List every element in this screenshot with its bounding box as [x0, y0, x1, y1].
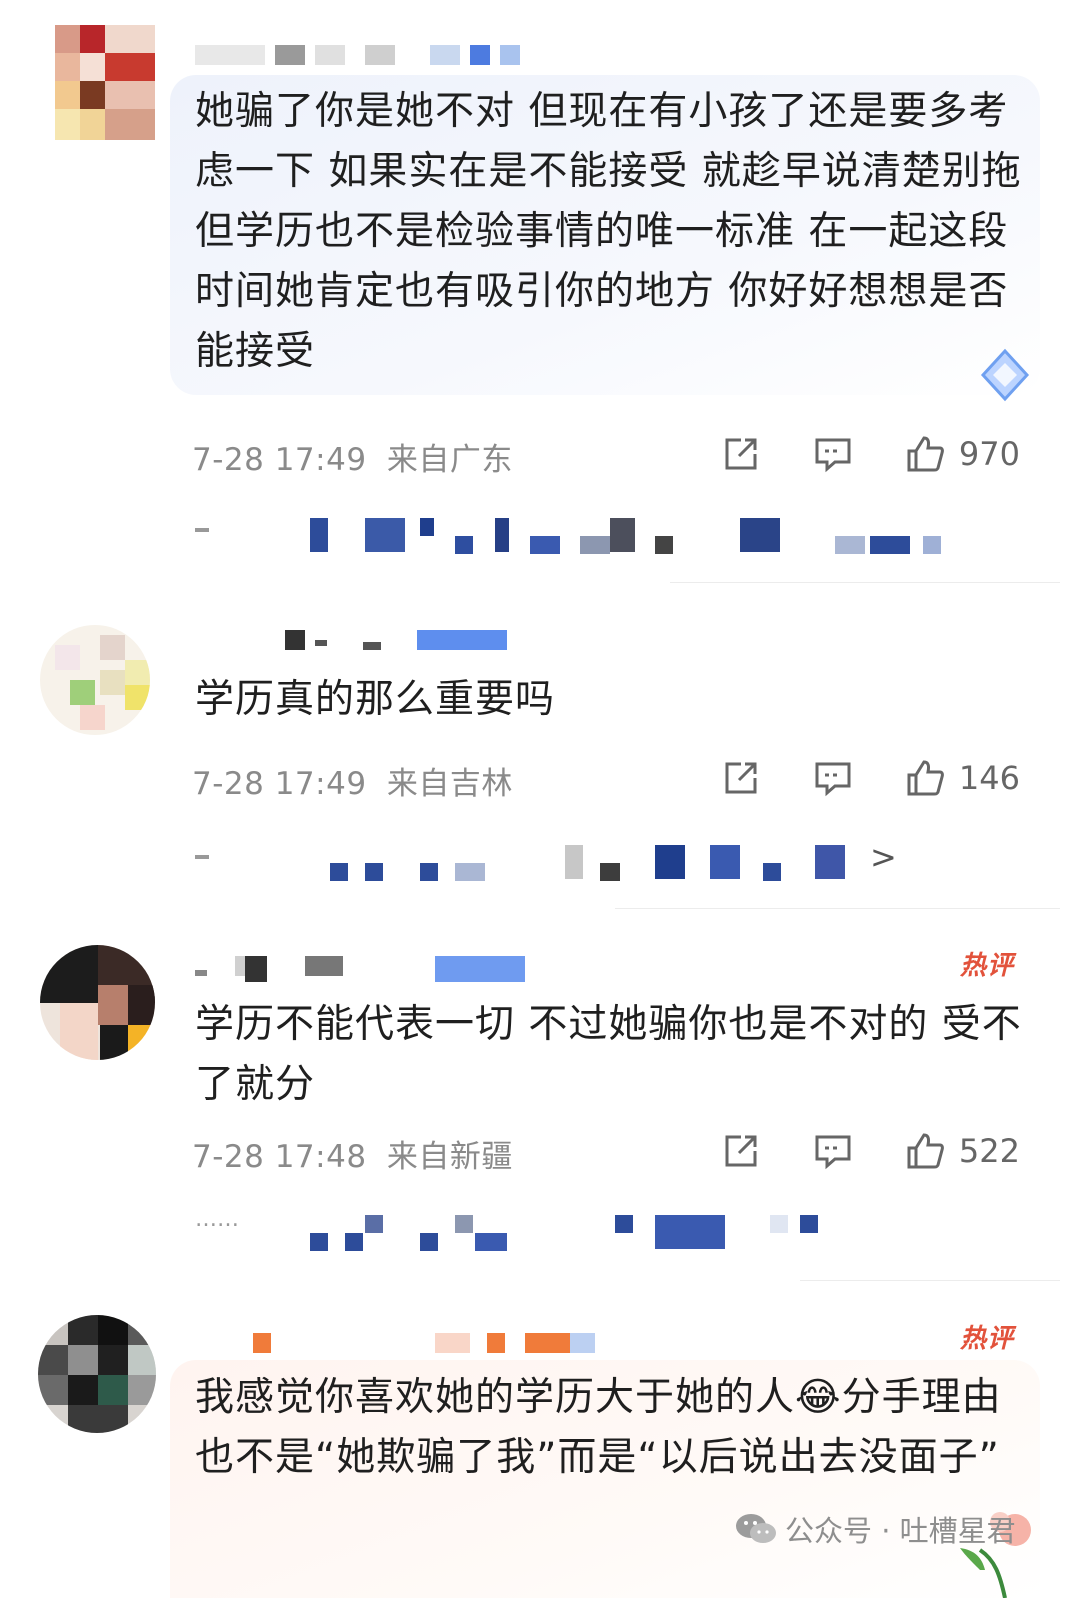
username-redacted[interactable]: [195, 956, 535, 982]
comment-text: 她骗了你是她不对 但现在有小孩了还是要多考虑一下 如果实在是不能接受 就趁早说清…: [195, 89, 1022, 374]
comment-text: 我感觉你喜欢她的学历大于她的人😂分手理由也不是“她欺骗了我”而是“以后说出去没面…: [195, 1375, 1002, 1480]
hot-comment-badge: 热评: [959, 1324, 1014, 1354]
like-icon[interactable]: [905, 758, 945, 798]
reply-preview-redacted[interactable]: [195, 845, 965, 881]
comment-location: 来自新疆: [386, 1139, 513, 1175]
wechat-icon: [736, 1514, 776, 1543]
comment-icon[interactable]: [813, 758, 853, 798]
username-redacted[interactable]: [195, 1333, 615, 1355]
comment-icon[interactable]: [813, 434, 853, 474]
comment-time: 7-28 17:49: [192, 766, 367, 802]
like-count: 970: [958, 435, 1020, 473]
hot-comment-badge: 热评: [959, 951, 1014, 981]
comment-time: 7-28 17:48: [192, 1139, 367, 1175]
comment-actions: 970: [669, 432, 1020, 476]
avatar[interactable]: [40, 625, 150, 735]
comment-actions: 522: [669, 1129, 1020, 1173]
comment-icon[interactable]: [813, 1131, 853, 1171]
watermark-label: 公众号 · 吐槽星君: [785, 1514, 1016, 1548]
username-redacted[interactable]: [195, 45, 535, 67]
comment-actions: 146: [669, 756, 1020, 800]
reply-preview-redacted[interactable]: ……: [195, 1207, 965, 1251]
badge-icon: [975, 345, 1035, 405]
reply-prefix: ……: [195, 1207, 239, 1232]
like-count: 522: [958, 1132, 1020, 1170]
like-icon[interactable]: [905, 1131, 945, 1171]
chevron-right-icon[interactable]: >: [870, 838, 897, 876]
like-icon[interactable]: [905, 434, 945, 474]
avatar[interactable]: [55, 25, 155, 140]
comment-meta: 7-28 17:49 来自吉林: [192, 758, 513, 803]
comment-text: 学历不能代表一切 不过她骗你也是不对的 受不了就分: [195, 1002, 1022, 1107]
username-redacted[interactable]: [195, 630, 515, 652]
divider: [800, 1280, 1060, 1281]
share-icon[interactable]: [721, 758, 761, 798]
share-icon[interactable]: [721, 434, 761, 474]
comment-meta: 7-28 17:49 来自广东: [192, 434, 513, 479]
comment-time: 7-28 17:49: [192, 442, 367, 478]
avatar[interactable]: [38, 1315, 156, 1433]
avatar[interactable]: [40, 945, 155, 1060]
comment-text: 学历真的那么重要吗: [195, 677, 556, 722]
share-icon[interactable]: [721, 1131, 761, 1171]
comment-location: 来自广东: [386, 442, 513, 478]
wechat-watermark: 公众号 · 吐槽星君: [735, 1508, 1016, 1550]
divider: [670, 582, 1060, 583]
divider: [615, 908, 1060, 909]
comment-location: 来自吉林: [386, 766, 513, 802]
reply-preview-redacted[interactable]: [195, 518, 965, 554]
comment-meta: 7-28 17:48 来自新疆: [192, 1131, 513, 1176]
like-count: 146: [958, 759, 1020, 797]
